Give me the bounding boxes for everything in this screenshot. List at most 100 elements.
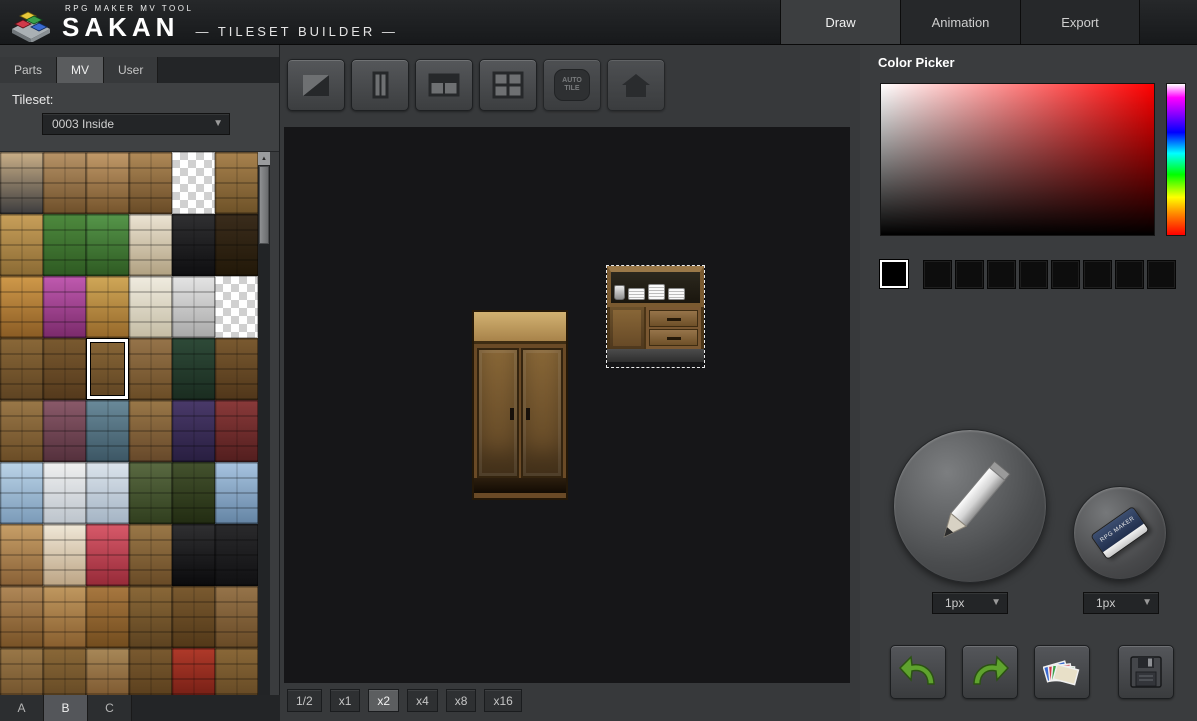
undo-button[interactable] — [890, 645, 946, 699]
tab-animation[interactable]: Animation — [900, 0, 1020, 44]
palette-tile[interactable] — [172, 338, 215, 400]
palette-tile[interactable] — [215, 152, 258, 214]
palette-tile[interactable] — [215, 400, 258, 462]
palette-tile[interactable] — [43, 152, 86, 214]
palette-tile[interactable] — [86, 152, 129, 214]
zoom-1-2[interactable]: 1/2 — [287, 689, 322, 712]
zoom-x2[interactable]: x2 — [368, 689, 399, 712]
palette-tile[interactable] — [129, 648, 172, 695]
palette-tile[interactable] — [0, 276, 43, 338]
palette-tile[interactable] — [0, 648, 43, 695]
palette-tile[interactable] — [86, 276, 129, 338]
palette-tile[interactable] — [86, 338, 129, 400]
palette-tile[interactable] — [0, 338, 43, 400]
palette-tile[interactable] — [43, 338, 86, 400]
palette-tile[interactable] — [86, 400, 129, 462]
color-swatch[interactable] — [955, 260, 984, 289]
home-button[interactable] — [607, 59, 665, 111]
palette-tile[interactable] — [86, 214, 129, 276]
palette-button[interactable] — [1034, 645, 1090, 699]
color-swatch[interactable] — [987, 260, 1016, 289]
scrollbar-thumb[interactable] — [259, 166, 269, 244]
palette-tile[interactable] — [129, 214, 172, 276]
palette-tile[interactable] — [0, 524, 43, 586]
sheet-tab-b[interactable]: B — [44, 695, 88, 721]
palette-scrollbar[interactable]: ▲ — [258, 152, 270, 695]
color-swatch[interactable] — [1051, 260, 1080, 289]
palette-tab-parts[interactable]: Parts — [0, 57, 57, 83]
tileset-dropdown[interactable]: 0003 Inside ▼ — [42, 113, 230, 135]
palette-tile[interactable] — [129, 338, 172, 400]
palette-tab-user[interactable]: User — [104, 57, 158, 83]
palette-tile[interactable] — [172, 152, 215, 214]
palette-tile[interactable] — [86, 648, 129, 695]
tile-shape-quad-button[interactable] — [479, 59, 537, 111]
palette-tile[interactable] — [215, 586, 258, 648]
color-swatch[interactable] — [1083, 260, 1112, 289]
palette-tile[interactable] — [172, 462, 215, 524]
palette-tile[interactable] — [129, 276, 172, 338]
color-swatch[interactable] — [1115, 260, 1144, 289]
palette-tile[interactable] — [0, 462, 43, 524]
palette-tile[interactable] — [172, 586, 215, 648]
palette-tile[interactable] — [43, 214, 86, 276]
palette-tab-mv[interactable]: MV — [57, 57, 104, 83]
zoom-x4[interactable]: x4 — [407, 689, 438, 712]
palette-tile[interactable] — [43, 400, 86, 462]
palette-tile[interactable] — [215, 338, 258, 400]
palette-tile[interactable] — [0, 152, 43, 214]
palette-tile[interactable] — [129, 462, 172, 524]
save-button[interactable] — [1118, 645, 1174, 699]
palette-tile[interactable] — [215, 524, 258, 586]
palette-tile[interactable] — [43, 648, 86, 695]
palette-tile[interactable] — [43, 524, 86, 586]
palette-tile[interactable] — [172, 214, 215, 276]
tile-shape-diagonal-button[interactable] — [287, 59, 345, 111]
auto-tile-button[interactable]: AUTO TILE — [543, 59, 601, 111]
pencil-tool-button[interactable] — [893, 429, 1047, 583]
palette-tile[interactable] — [0, 400, 43, 462]
sheet-tab-c[interactable]: C — [88, 695, 132, 721]
eraser-tool-button[interactable]: RPG MAKER — [1073, 486, 1167, 580]
tile-shape-horizontal-button[interactable] — [415, 59, 473, 111]
color-swatch[interactable] — [1147, 260, 1176, 289]
palette-tile[interactable] — [0, 586, 43, 648]
sheet-tab-a[interactable]: A — [0, 695, 44, 721]
tab-draw[interactable]: Draw — [780, 0, 900, 44]
zoom-x8[interactable]: x8 — [446, 689, 477, 712]
pencil-size-dropdown[interactable]: 1px ▼ — [932, 592, 1008, 614]
palette-tile[interactable] — [86, 586, 129, 648]
palette-tile[interactable] — [172, 276, 215, 338]
palette-tile[interactable] — [129, 400, 172, 462]
redo-button[interactable] — [962, 645, 1018, 699]
saturation-value-picker[interactable] — [880, 83, 1155, 236]
palette-tile[interactable] — [215, 462, 258, 524]
tile-quad-icon — [492, 71, 524, 99]
scroll-up-icon[interactable]: ▲ — [258, 152, 270, 165]
palette-tile[interactable] — [43, 276, 86, 338]
tile-shape-vertical-button[interactable] — [351, 59, 409, 111]
palette-tile[interactable] — [43, 586, 86, 648]
palette-tile[interactable] — [43, 462, 86, 524]
palette-tile[interactable] — [172, 648, 215, 695]
palette-tile[interactable] — [215, 214, 258, 276]
eraser-size-dropdown[interactable]: 1px ▼ — [1083, 592, 1159, 614]
tab-export[interactable]: Export — [1020, 0, 1140, 44]
color-swatch[interactable] — [1019, 260, 1048, 289]
palette-tile[interactable] — [129, 152, 172, 214]
palette-tile[interactable] — [86, 524, 129, 586]
palette-tile[interactable] — [215, 648, 258, 695]
selection-marquee[interactable] — [606, 265, 705, 368]
zoom-x16[interactable]: x16 — [484, 689, 521, 712]
hue-slider[interactable] — [1166, 83, 1186, 236]
palette-tile[interactable] — [172, 524, 215, 586]
palette-tile[interactable] — [129, 586, 172, 648]
palette-tile[interactable] — [215, 276, 258, 338]
palette-tile[interactable] — [0, 214, 43, 276]
color-swatch[interactable] — [923, 260, 952, 289]
palette-tile[interactable] — [129, 524, 172, 586]
palette-tile[interactable] — [86, 462, 129, 524]
zoom-x1[interactable]: x1 — [330, 689, 361, 712]
drawing-canvas[interactable] — [284, 127, 850, 683]
palette-tile[interactable] — [172, 400, 215, 462]
